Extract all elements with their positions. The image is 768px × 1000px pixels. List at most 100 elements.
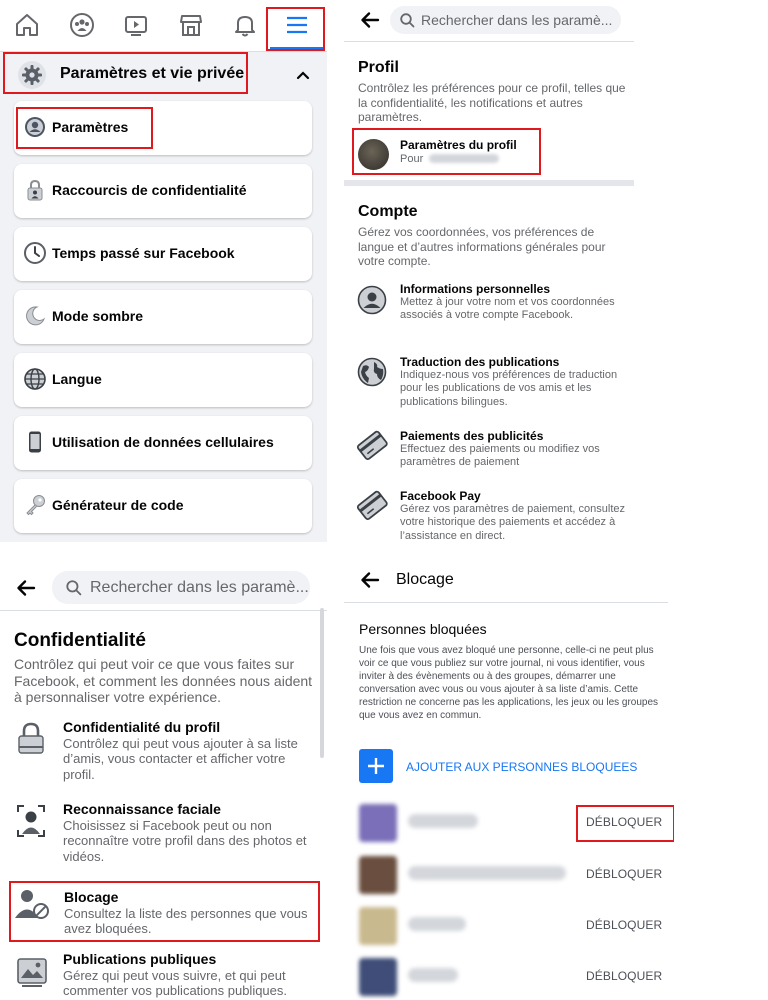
row-description: Consultez la liste des personnes que vou…: [64, 906, 308, 937]
blocked-person-row: DÉBLOQUER: [344, 850, 674, 900]
add-blocked-label: AJOUTER AUX PERSONNES BLOQUEES: [406, 760, 638, 774]
row-description: Gérez qui peut vous suivre, et qui peut …: [63, 968, 288, 999]
avatar: [359, 804, 397, 842]
public-post-icon: [17, 958, 47, 987]
credit-card-icon: [356, 490, 388, 520]
menu-item-temps-passe[interactable]: Temps passé sur Facebook: [14, 227, 312, 281]
blurred-name: [429, 154, 500, 163]
plus-icon: [368, 758, 384, 774]
unblock-button[interactable]: DÉBLOQUER: [586, 969, 662, 983]
row-description: Gérez vos paramètres de paiement, consul…: [400, 503, 626, 542]
menu-item-parametres[interactable]: Paramètres: [14, 101, 312, 155]
face-recognition-icon: [17, 805, 45, 837]
back-arrow-icon[interactable]: [360, 11, 380, 29]
top-navigation-bar: [0, 0, 327, 52]
padlock-icon: [18, 722, 44, 754]
profile-for-label: Pour: [400, 153, 424, 165]
moon-icon: [26, 306, 46, 326]
profile-circle-icon: [25, 117, 45, 137]
blocking-panel: Blocage Personnes bloquées Une fois que …: [344, 560, 674, 1000]
settings-privacy-section-header[interactable]: Paramètres et vie privée: [0, 52, 327, 98]
row-description: Indiquez-nous vos préférences de traduct…: [400, 369, 618, 408]
home-icon[interactable]: [11, 10, 43, 40]
account-settings-panel: Rechercher dans les paramè... Profil Con…: [344, 0, 634, 548]
scrollbar[interactable]: [320, 608, 324, 758]
privacy-settings-panel: Rechercher dans les paramè... Confidenti…: [0, 560, 327, 1000]
key-icon: [26, 495, 45, 516]
row-description: Mettez à jour votre nom et vos coordonné…: [400, 296, 615, 322]
menu-item-label: Langue: [52, 371, 102, 387]
add-button-square: [359, 749, 393, 783]
profil-section-title: Profil: [358, 59, 399, 76]
blocked-person-row: DÉBLOQUER: [344, 952, 674, 1000]
chevron-up-icon[interactable]: [294, 66, 312, 84]
divider: [0, 610, 327, 611]
avatar: [359, 907, 397, 945]
settings-search-input[interactable]: Rechercher dans les paramè...: [390, 6, 621, 34]
blurred-name: [408, 866, 566, 880]
confidentialite-description: Contrôlez qui peut voir ce que vous fait…: [14, 656, 313, 705]
search-icon: [66, 579, 82, 595]
back-arrow-icon[interactable]: [16, 579, 36, 597]
confidentialite-title: Confidentialité: [14, 630, 146, 651]
credit-card-icon: [356, 430, 388, 460]
row-title: Blocage: [64, 889, 119, 905]
menu-item-langue[interactable]: Langue: [14, 353, 312, 407]
unblock-button[interactable]: DÉBLOQUER: [586, 918, 662, 932]
row-title: Paiements des publicités: [400, 429, 544, 443]
gear-icon: [18, 61, 46, 89]
search-placeholder: Rechercher dans les paramè...: [421, 12, 613, 28]
avatar: [359, 958, 397, 996]
blocking-header-title: Blocage: [396, 571, 454, 588]
unblock-button[interactable]: DÉBLOQUER: [586, 815, 662, 829]
menu-item-label: Utilisation de données cellulaires: [52, 434, 274, 450]
menu-item-raccourcis-confidentialite[interactable]: Raccourcis de confidentialité: [14, 164, 312, 218]
section-separator: [344, 180, 634, 186]
compte-section-description: Gérez vos coordonnées, vos préférences d…: [358, 225, 606, 268]
section-title: Paramètres et vie privée: [60, 65, 245, 82]
menu-item-label: Raccourcis de confidentialité: [52, 182, 247, 198]
blocked-people-subtitle: Personnes bloquées: [359, 621, 487, 637]
menu-item-label: Générateur de code: [52, 497, 184, 513]
settings-menu-panel: Paramètres et vie privée Paramètres Racc…: [0, 0, 327, 542]
hamburger-menu-icon[interactable]: [281, 10, 313, 40]
notifications-bell-icon[interactable]: [229, 10, 261, 40]
row-description: Choisissez si Facebook peut ou non recon…: [63, 818, 307, 864]
profile-settings-subtitle: Pour: [400, 153, 500, 165]
row-title: Reconnaissance faciale: [63, 801, 221, 817]
groups-icon[interactable]: [66, 10, 98, 40]
menu-item-generateur-code[interactable]: Générateur de code: [14, 479, 312, 533]
search-icon: [400, 12, 415, 27]
clock-icon: [24, 242, 46, 264]
compte-section-title: Compte: [358, 203, 418, 220]
blocked-person-row: DÉBLOQUER: [344, 901, 674, 951]
active-tab-indicator: [270, 47, 324, 50]
profile-avatar: [358, 139, 389, 170]
menu-item-label: Temps passé sur Facebook: [52, 245, 235, 261]
menu-item-mode-sombre[interactable]: Mode sombre: [14, 290, 312, 344]
row-title: Facebook Pay: [400, 489, 481, 503]
row-description: Effectuez des paiements ou modifiez vos …: [400, 443, 600, 469]
blurred-name: [408, 917, 466, 931]
row-title: Confidentialité du profil: [63, 719, 221, 735]
lock-person-icon: [27, 179, 43, 201]
profil-section-description: Contrôlez les préférences pour ce profil…: [358, 81, 626, 124]
menu-item-label: Paramètres: [52, 119, 129, 135]
back-arrow-icon[interactable]: [360, 571, 380, 589]
person-circle-icon: [357, 285, 387, 315]
blocked-person-row: DÉBLOQUER: [344, 798, 674, 848]
profile-settings-title: Paramètres du profil: [400, 138, 517, 152]
blocked-person-icon: [15, 890, 49, 919]
blurred-name: [408, 968, 458, 982]
globe-icon: [357, 357, 387, 387]
watch-icon[interactable]: [120, 10, 152, 40]
divider: [344, 41, 634, 42]
phone-icon: [29, 431, 41, 453]
settings-search-input[interactable]: Rechercher dans les paramè...: [52, 571, 310, 604]
unblock-button[interactable]: DÉBLOQUER: [586, 867, 662, 881]
menu-item-donnees-cellulaires[interactable]: Utilisation de données cellulaires: [14, 416, 312, 470]
row-title: Informations personnelles: [400, 282, 551, 296]
marketplace-icon[interactable]: [175, 10, 207, 40]
row-title: Traduction des publications: [400, 355, 560, 369]
menu-item-label: Mode sombre: [52, 308, 144, 324]
